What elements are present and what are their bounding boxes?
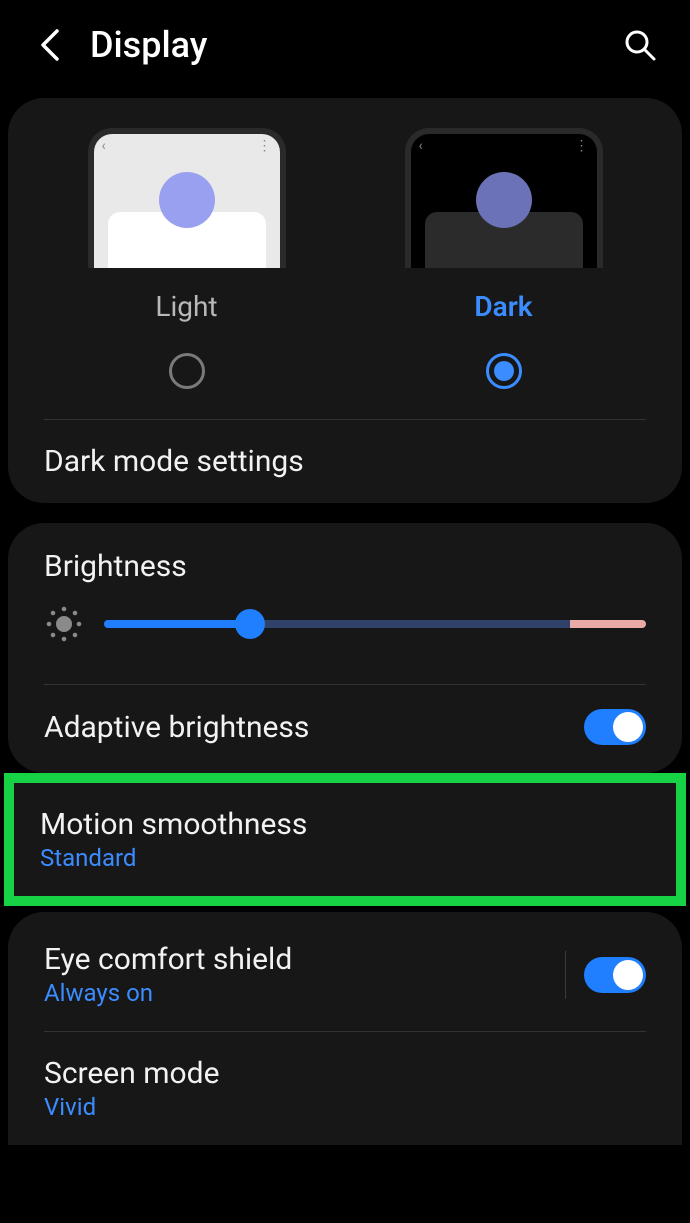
brightness-slider[interactable] — [104, 620, 646, 628]
eye-comfort-row[interactable]: Eye comfort shield Always on — [8, 918, 682, 1031]
adaptive-brightness-label: Adaptive brightness — [44, 710, 584, 745]
screen-mode-value: Vivid — [44, 1093, 646, 1121]
brightness-slider-thumb[interactable] — [235, 609, 265, 639]
theme-option-light[interactable]: ‹⋮ Light — [88, 128, 286, 409]
display-extra-card: Eye comfort shield Always on Screen mode… — [8, 912, 682, 1145]
toggle-separator — [565, 951, 566, 999]
theme-preview-dark: ‹⋮ — [405, 128, 603, 268]
motion-smoothness-row[interactable]: Motion smoothness Standard — [14, 787, 676, 892]
theme-label-light: Light — [155, 290, 217, 323]
eye-comfort-value: Always on — [44, 979, 565, 1007]
brightness-slider-warn — [570, 620, 646, 628]
screen-mode-label: Screen mode — [44, 1056, 646, 1091]
motion-smoothness-label: Motion smoothness — [40, 807, 650, 842]
radio-light[interactable] — [169, 353, 205, 389]
dark-mode-settings-row[interactable]: Dark mode settings — [8, 420, 682, 503]
theme-preview-light: ‹⋮ — [88, 128, 286, 268]
motion-smoothness-highlight: Motion smoothness Standard — [4, 773, 686, 906]
search-button[interactable] — [620, 25, 660, 65]
adaptive-brightness-row[interactable]: Adaptive brightness — [8, 685, 682, 769]
brightness-card: Brightness — [8, 523, 682, 773]
brightness-title: Brightness — [8, 523, 682, 594]
back-icon — [39, 28, 61, 62]
header: Display — [0, 0, 690, 90]
dark-mode-settings-label: Dark mode settings — [44, 444, 646, 479]
eye-comfort-label: Eye comfort shield — [44, 942, 565, 977]
back-button[interactable] — [30, 25, 70, 65]
adaptive-brightness-toggle[interactable] — [584, 709, 646, 745]
search-icon — [623, 28, 657, 62]
page-title: Display — [90, 24, 207, 66]
theme-card: ‹⋮ Light ‹⋮ Dark Dark mode settings — [8, 98, 682, 503]
theme-label-dark: Dark — [474, 290, 532, 323]
theme-option-dark[interactable]: ‹⋮ Dark — [405, 128, 603, 409]
radio-dark[interactable] — [486, 353, 522, 389]
eye-comfort-toggle[interactable] — [584, 957, 646, 993]
sun-icon — [44, 604, 84, 644]
motion-smoothness-value: Standard — [40, 844, 650, 872]
screen-mode-row[interactable]: Screen mode Vivid — [8, 1032, 682, 1145]
brightness-slider-row — [8, 594, 682, 684]
brightness-slider-fill — [104, 620, 250, 628]
theme-options-row: ‹⋮ Light ‹⋮ Dark — [8, 98, 682, 419]
